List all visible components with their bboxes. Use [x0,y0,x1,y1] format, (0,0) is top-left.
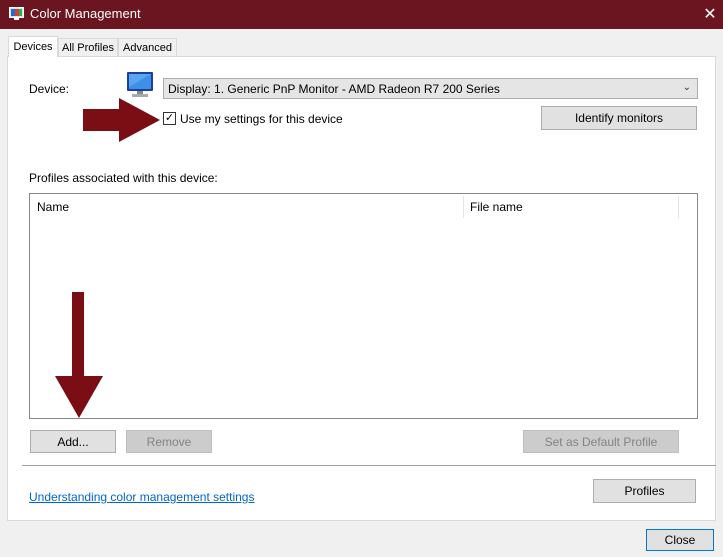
monitor-icon [127,72,153,97]
add-profile-button[interactable]: Add... [30,430,116,453]
divider [22,465,716,466]
title-bar: Color Management ✕ [0,0,723,29]
column-header-name[interactable]: Name [30,194,463,220]
chevron-down-icon: ⌄ [682,82,691,93]
use-my-settings-label[interactable]: Use my settings for this device [180,112,343,126]
column-header-file-name[interactable]: File name [463,194,678,220]
down-arrow-annotation [55,292,103,418]
window-title: Color Management [30,6,141,21]
tab-devices[interactable]: Devices [8,36,58,57]
tab-advanced[interactable]: Advanced [118,38,177,56]
tab-all-profiles[interactable]: All Profiles [58,38,118,56]
identify-monitors-button[interactable]: Identify monitors [541,106,697,130]
device-dropdown-value: Display: 1. Generic PnP Monitor - AMD Ra… [168,81,500,96]
right-arrow-annotation [83,98,160,142]
profiles-section-label: Profiles associated with this device: [29,171,218,185]
device-dropdown[interactable]: Display: 1. Generic PnP Monitor - AMD Ra… [163,78,698,99]
column-separator[interactable] [678,196,679,218]
use-my-settings-checkbox[interactable]: ✓ [163,112,176,125]
remove-profile-button[interactable]: Remove [126,430,212,453]
profiles-list[interactable]: Name File name [29,193,698,419]
color-management-app-icon [9,7,24,20]
close-button[interactable]: Close [646,529,714,551]
device-label: Device: [29,82,70,96]
set-default-profile-button[interactable]: Set as Default Profile [523,430,679,453]
understanding-color-management-link[interactable]: Understanding color management settings [29,490,254,504]
close-window-button[interactable]: ✕ [697,1,723,27]
checkmark-icon: ✓ [164,112,175,124]
profiles-button[interactable]: Profiles [593,479,696,503]
